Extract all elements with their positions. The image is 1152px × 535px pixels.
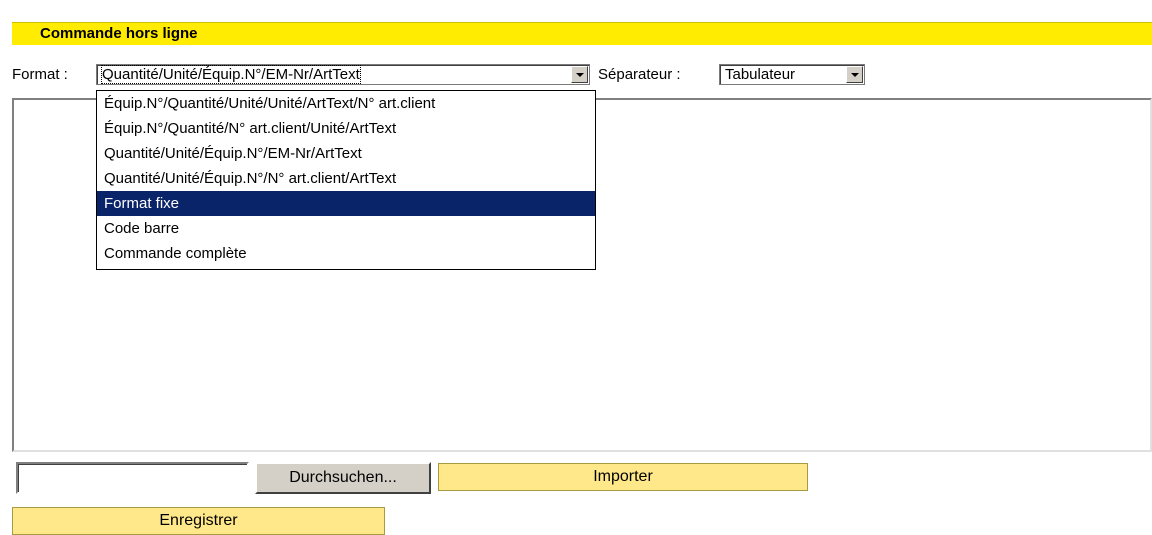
- separator-select-value: Tabulateur: [725, 66, 796, 83]
- browse-button[interactable]: Durchsuchen...: [255, 462, 431, 494]
- format-option[interactable]: Équip.N°/Quantité/N° art.client/Unité/Ar…: [97, 116, 595, 141]
- title-bar: Commande hors ligne: [12, 22, 1152, 45]
- format-dropdown-list: Équip.N°/Quantité/Unité/Unité/ArtText/N°…: [96, 90, 596, 270]
- import-button[interactable]: Importer: [438, 463, 808, 491]
- separator-label: Séparateur :: [598, 66, 681, 83]
- chevron-down-icon[interactable]: [846, 66, 863, 83]
- save-button[interactable]: Enregistrer: [12, 507, 385, 535]
- format-label: Format :: [12, 66, 68, 83]
- format-select-value: Quantité/Unité/Équip.N°/EM-Nr/ArtText: [101, 65, 361, 84]
- format-option[interactable]: Quantité/Unité/Équip.N°/EM-Nr/ArtText: [97, 141, 595, 166]
- page-title: Commande hors ligne: [40, 25, 198, 42]
- chevron-down-icon[interactable]: [571, 66, 588, 83]
- format-option[interactable]: Code barre: [97, 216, 595, 241]
- format-select[interactable]: Quantité/Unité/Équip.N°/EM-Nr/ArtText: [96, 64, 590, 85]
- separator-select[interactable]: Tabulateur: [719, 64, 865, 85]
- format-option[interactable]: Commande complète: [97, 241, 595, 266]
- format-option[interactable]: Quantité/Unité/Équip.N°/N° art.client/Ar…: [97, 166, 595, 191]
- format-option-highlighted[interactable]: Format fixe: [97, 191, 595, 216]
- format-option[interactable]: Équip.N°/Quantité/Unité/Unité/ArtText/N°…: [97, 91, 595, 116]
- file-path-input[interactable]: [16, 462, 249, 494]
